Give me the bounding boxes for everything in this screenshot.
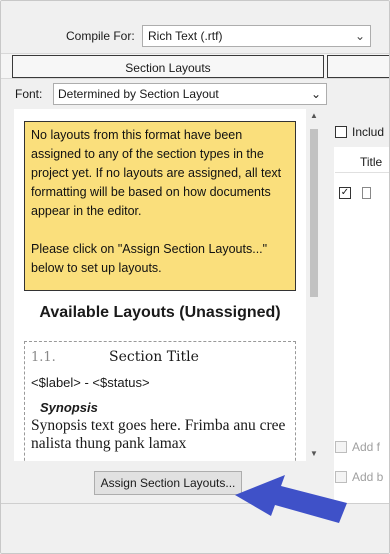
- preview-section-title: Section Title: [109, 349, 199, 365]
- row-checkbox[interactable]: ✓: [339, 187, 351, 199]
- title-column-label: Title: [360, 155, 383, 169]
- layout-preview-card[interactable]: 1.1. Section Title <$label> - <$status> …: [24, 341, 296, 461]
- font-label: Font:: [15, 87, 43, 101]
- pane-header-strip: Section Layouts: [1, 53, 389, 79]
- section-layouts-panel: Font: Determined by Section Layout ⌄ No …: [9, 79, 327, 503]
- preview-synopsis-heading: Synopsis: [40, 400, 98, 415]
- document-icon: [362, 187, 371, 199]
- available-layouts-title: Available Layouts (Unassigned): [39, 304, 281, 321]
- compile-for-label: Compile For:: [66, 29, 135, 43]
- chevron-down-icon: ⌄: [354, 29, 365, 43]
- no-layouts-notice: No layouts from this format have been as…: [24, 121, 296, 291]
- compile-window: Compile For: Rich Text (.rtf) ⌄ Section …: [0, 0, 390, 554]
- notice-paragraph-1: No layouts from this format have been as…: [31, 128, 282, 218]
- include-label: Includ: [352, 125, 385, 139]
- title-column-header[interactable]: Title: [335, 149, 389, 173]
- compile-for-row: Compile For: Rich Text (.rtf) ⌄: [1, 1, 389, 51]
- add-back-matter-label: Add b: [352, 470, 384, 484]
- preview-synopsis-text: Synopsis text goes here. Frimba anu cree…: [31, 417, 286, 452]
- layouts-preview-area[interactable]: No layouts from this format have been as…: [14, 109, 306, 461]
- vertical-scrollbar[interactable]: ▲ ▼: [307, 109, 321, 461]
- section-types-panel: Includ Title ✓ Add f Add b: [327, 79, 389, 503]
- scroll-down-arrow-icon[interactable]: ▼: [307, 447, 321, 461]
- preview-section-number: 1.1.: [31, 350, 56, 365]
- scrollbar-thumb[interactable]: [310, 129, 318, 297]
- compile-for-value: Rich Text (.rtf): [148, 29, 223, 43]
- font-select[interactable]: Determined by Section Layout ⌄: [53, 83, 327, 105]
- font-row: Font: Determined by Section Layout ⌄: [15, 83, 327, 105]
- notice-paragraph-2: Please click on "Assign Section Layouts.…: [31, 242, 268, 275]
- section-layouts-title: Section Layouts: [125, 61, 211, 75]
- font-select-value: Determined by Section Layout: [58, 87, 219, 101]
- compile-for-select[interactable]: Rich Text (.rtf) ⌄: [142, 25, 371, 47]
- section-layouts-header: Section Layouts: [12, 55, 324, 78]
- pointer-arrow-icon: [235, 475, 347, 523]
- right-pane-header: [327, 55, 389, 78]
- assign-section-layouts-button[interactable]: Assign Section Layouts...: [94, 471, 242, 495]
- add-front-matter-checkbox: [335, 441, 347, 453]
- preview-label-status: <$label> - <$status>: [31, 375, 150, 390]
- scroll-up-arrow-icon[interactable]: ▲: [307, 109, 321, 123]
- include-checkbox[interactable]: [335, 126, 347, 138]
- add-front-matter-label: Add f: [352, 440, 381, 454]
- chevron-down-icon: ⌄: [310, 87, 321, 101]
